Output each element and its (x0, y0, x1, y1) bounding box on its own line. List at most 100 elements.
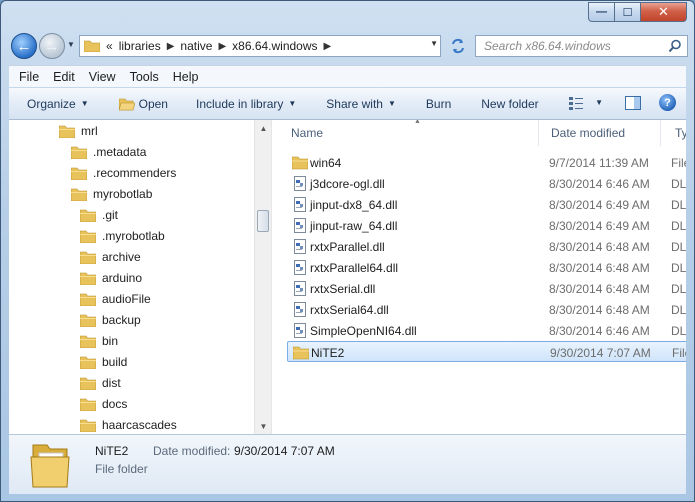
file-type: DLL (671, 219, 686, 233)
tree-item[interactable]: bin (80, 331, 118, 351)
column-header-type[interactable]: Typ (661, 120, 686, 146)
search-input[interactable]: Search x86.64.windows (475, 35, 688, 57)
file-row[interactable]: win64 9/7/2014 11:39 AM File (287, 152, 686, 173)
tree-item[interactable]: archive (80, 247, 141, 267)
file-row[interactable]: rxtxParallel.dll 8/30/2014 6:48 AM DLL (287, 236, 686, 257)
preview-pane-icon[interactable] (625, 95, 641, 110)
breadcrumb-libraries[interactable]: libraries (119, 39, 161, 53)
folder-icon (71, 188, 87, 201)
dll-file-icon (294, 281, 306, 296)
file-type: DLL (671, 282, 686, 296)
tree-item[interactable]: audioFile (80, 289, 151, 309)
file-row[interactable]: rxtxSerial64.dll 8/30/2014 6:48 AM DLL (287, 299, 686, 320)
tree-item-label: haarcascades (102, 418, 177, 432)
folder-icon (80, 230, 96, 243)
column-name-label: Name (291, 126, 324, 140)
menu-file[interactable]: File (19, 70, 39, 84)
file-name: jinput-raw_64.dll (310, 219, 398, 233)
folder-icon (84, 40, 100, 52)
tree-item[interactable]: .recommenders (71, 163, 176, 183)
dll-file-icon (294, 197, 306, 212)
column-header-date[interactable]: Date modified (539, 120, 661, 146)
menu-tools[interactable]: Tools (130, 70, 159, 84)
navigation-pane-scrollbar[interactable]: ▲ ▼ (254, 120, 271, 434)
file-row[interactable]: rxtxParallel64.dll 8/30/2014 6:48 AM DLL (287, 257, 686, 278)
details-date-value: 9/30/2014 7:07 AM (234, 444, 335, 458)
navigation-pane[interactable]: mrl .metadata .recommenders myrobotlab .git.… (9, 120, 271, 434)
tree-item-label: audioFile (102, 292, 151, 306)
back-button[interactable]: ← (11, 33, 37, 59)
forward-button[interactable]: → (39, 33, 65, 59)
breadcrumb-native[interactable]: native (180, 39, 212, 53)
minimize-button[interactable]: — (588, 2, 615, 22)
address-dropdown-icon[interactable]: ▼ (430, 39, 438, 48)
tree-item-label: .myrobotlab (102, 229, 165, 243)
file-row[interactable]: j3dcore-ogl.dll 8/30/2014 6:46 AM DLL (287, 173, 686, 194)
file-row-selected[interactable]: NiTE2 9/30/2014 7:07 AM File (287, 341, 686, 362)
refresh-button[interactable] (447, 35, 469, 57)
breadcrumb-overflow[interactable]: « (106, 39, 113, 53)
change-view-icon[interactable] (569, 96, 587, 110)
scroll-down-icon[interactable]: ▼ (255, 418, 271, 434)
folder-icon (80, 314, 96, 327)
new-folder-button[interactable]: New folder (481, 97, 538, 111)
address-bar[interactable]: « libraries ▶ native ▶ x86.64.windows ▶ … (79, 35, 441, 57)
share-with-button[interactable]: Share with ▼ (326, 97, 396, 111)
open-button[interactable]: Open (118, 96, 168, 111)
tree-item[interactable]: myrobotlab (71, 184, 152, 204)
tree-item[interactable]: backup (80, 310, 141, 330)
dll-file-icon (294, 323, 306, 338)
folder-icon (80, 251, 96, 264)
recent-pages-dropdown[interactable]: ▼ (67, 40, 75, 49)
column-type-label: Typ (675, 126, 686, 140)
close-button[interactable]: ✕ (641, 2, 687, 22)
breadcrumb-x86-64-windows[interactable]: x86.64.windows (232, 39, 317, 53)
maximize-button[interactable]: ☐ (615, 2, 641, 22)
file-row[interactable]: rxtxSerial.dll 8/30/2014 6:48 AM DLL (287, 278, 686, 299)
tree-item[interactable]: haarcascades (80, 415, 177, 434)
scroll-up-icon[interactable]: ▲ (255, 120, 271, 136)
file-date: 8/30/2014 6:48 AM (549, 282, 650, 296)
file-date: 8/30/2014 6:46 AM (549, 324, 650, 338)
details-pane: NiTE2 Date modified: 9/30/2014 7:07 AM F… (9, 434, 686, 494)
tree-item[interactable]: dist (80, 373, 121, 393)
menu-view[interactable]: View (89, 70, 116, 84)
tree-item[interactable]: mrl (59, 121, 98, 141)
file-type: DLL (671, 198, 686, 212)
refresh-icon (452, 38, 464, 54)
folder-icon (80, 209, 96, 222)
tree-item[interactable]: .metadata (71, 142, 146, 162)
tree-item[interactable]: .git (80, 205, 118, 225)
view-dropdown-icon[interactable]: ▼ (595, 98, 603, 107)
view-controls: ▼ ? (569, 94, 676, 111)
back-arrow-icon: ← (16, 37, 32, 55)
folder-icon (71, 146, 87, 159)
file-row[interactable]: jinput-dx8_64.dll 8/30/2014 6:49 AM DLL (287, 194, 686, 215)
chevron-right-icon[interactable]: ▶ (167, 41, 175, 52)
file-date: 8/30/2014 6:49 AM (549, 198, 650, 212)
file-type: DLL (671, 177, 686, 191)
tree-item[interactable]: docs (80, 394, 127, 414)
include-in-library-button[interactable]: Include in library ▼ (196, 97, 296, 111)
column-header-name[interactable]: ▲ Name (277, 120, 539, 146)
chevron-right-icon[interactable]: ▶ (324, 41, 332, 52)
menu-bar: File Edit View Tools Help (9, 65, 686, 87)
organize-button[interactable]: Organize ▼ (27, 97, 89, 111)
search-icon[interactable] (668, 39, 682, 53)
tree-item-label: bin (102, 334, 119, 348)
tree-item[interactable]: arduino (80, 268, 142, 288)
folder-icon (80, 419, 96, 432)
chevron-right-icon[interactable]: ▶ (218, 41, 226, 52)
dll-file-icon (294, 302, 306, 317)
burn-button[interactable]: Burn (426, 97, 451, 111)
dropdown-arrow-icon: ▼ (80, 99, 89, 108)
menu-help[interactable]: Help (173, 70, 199, 84)
tree-item[interactable]: .myrobotlab (80, 226, 165, 246)
help-icon[interactable]: ? (659, 94, 676, 111)
scroll-thumb[interactable] (257, 210, 269, 232)
open-label: Open (138, 96, 168, 111)
file-row[interactable]: jinput-raw_64.dll 8/30/2014 6:49 AM DLL (287, 215, 686, 236)
tree-item[interactable]: build (80, 352, 127, 372)
file-row[interactable]: SimpleOpenNI64.dll 8/30/2014 6:46 AM DLL (287, 320, 686, 341)
menu-edit[interactable]: Edit (53, 70, 75, 84)
